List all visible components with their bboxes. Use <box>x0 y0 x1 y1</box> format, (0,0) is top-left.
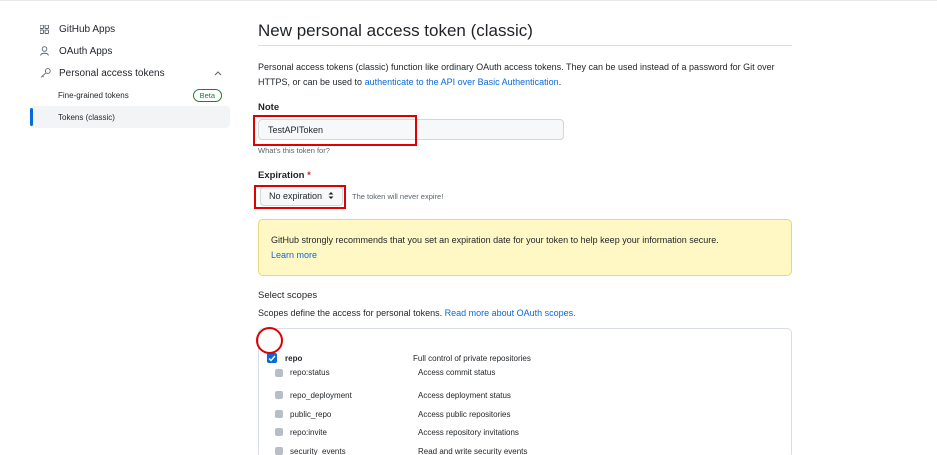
expiration-warning: GitHub strongly recommends that you set … <box>258 219 792 276</box>
sidebar-item-oauth-apps[interactable]: OAuth Apps <box>30 40 230 62</box>
checkbox-checked-icon[interactable] <box>275 391 283 399</box>
sidebar-item-label: Fine-grained tokens <box>58 90 129 100</box>
scope-name: repo_deployment <box>290 390 352 400</box>
learn-more-link[interactable]: Learn more <box>271 250 317 260</box>
checkbox-checked-icon[interactable] <box>275 428 283 436</box>
sidebar-item-label: GitHub Apps <box>59 23 116 35</box>
scopes-description-text: Scopes define the access for personal to… <box>258 308 445 318</box>
scope-name: repo <box>285 353 303 363</box>
sidebar: GitHub Apps OAuth Apps Personal access t… <box>30 18 230 128</box>
select-scopes-label: Select scopes <box>258 290 318 301</box>
basic-auth-link[interactable]: authenticate to the API over Basic Authe… <box>365 77 559 87</box>
annotation-expiration-highlight <box>254 185 346 209</box>
scope-name: public_repo <box>290 409 332 419</box>
scopes-description: Scopes define the access for personal to… <box>258 308 576 318</box>
scope-row-security-events[interactable]: security_events Read and write security … <box>275 442 775 455</box>
scope-description: Access commit status <box>418 368 496 377</box>
scope-description: Access public repositories <box>418 409 511 419</box>
note-hint: What's this token for? <box>258 146 330 155</box>
checkbox-checked-icon[interactable] <box>275 410 283 418</box>
person-icon <box>40 45 56 57</box>
annotation-note-highlight <box>253 115 417 146</box>
expiration-label: Expiration * <box>258 170 311 181</box>
sidebar-item-fine-grained-tokens[interactable]: Fine-grained tokens Beta <box>30 84 230 106</box>
key-icon <box>40 67 56 79</box>
scope-row-repo-status[interactable]: repo:status Access commit status <box>275 365 775 377</box>
checkbox-checked-icon[interactable] <box>267 353 277 363</box>
sidebar-item-label: OAuth Apps <box>59 45 113 57</box>
beta-badge: Beta <box>192 89 222 102</box>
apps-grid-icon <box>40 23 56 35</box>
scope-name: repo:invite <box>290 427 327 437</box>
sidebar-item-tokens-classic[interactable]: Tokens (classic) <box>30 106 230 128</box>
scope-name: security_events <box>290 446 346 455</box>
warning-text: GitHub strongly recommends that you set … <box>271 235 719 245</box>
scope-description: Access repository invitations <box>418 427 519 437</box>
sidebar-item-label: Personal access tokens <box>59 67 165 79</box>
page-title: New personal access token (classic) <box>258 16 792 46</box>
scope-row-public-repo[interactable]: public_repo Access public repositories <box>275 405 775 423</box>
main-content: New personal access token (classic) Pers… <box>258 16 792 455</box>
scopes-list: repo Full control of private repositorie… <box>258 328 792 455</box>
sidebar-item-personal-access-tokens[interactable]: Personal access tokens <box>30 62 230 84</box>
checkbox-checked-icon[interactable] <box>275 369 283 377</box>
required-mark: * <box>307 170 311 181</box>
annotation-repo-checkbox-highlight <box>256 327 283 354</box>
checkbox-checked-icon[interactable] <box>275 447 283 455</box>
expiration-label-text: Expiration <box>258 170 305 181</box>
scope-row-repo-deployment[interactable]: repo_deployment Access deployment status <box>275 386 775 404</box>
scope-description: Full control of private repositories <box>413 353 531 363</box>
scope-row-repo-invite[interactable]: repo:invite Access repository invitation… <box>275 423 775 441</box>
chevron-up-icon[interactable] <box>214 68 222 79</box>
page-description: Personal access tokens (classic) functio… <box>258 60 792 90</box>
top-divider <box>0 0 937 1</box>
note-label: Note <box>258 102 280 113</box>
expiration-hint: The token will never expire! <box>352 192 444 201</box>
sidebar-item-label: Tokens (classic) <box>58 112 115 122</box>
description-suffix: . <box>558 77 562 87</box>
scope-description: Read and write security events <box>418 446 528 455</box>
sidebar-item-github-apps[interactable]: GitHub Apps <box>30 18 230 40</box>
oauth-scopes-link[interactable]: Read more about OAuth scopes. <box>445 308 576 318</box>
scope-name: repo:status <box>290 368 330 377</box>
scope-description: Access deployment status <box>418 390 511 400</box>
